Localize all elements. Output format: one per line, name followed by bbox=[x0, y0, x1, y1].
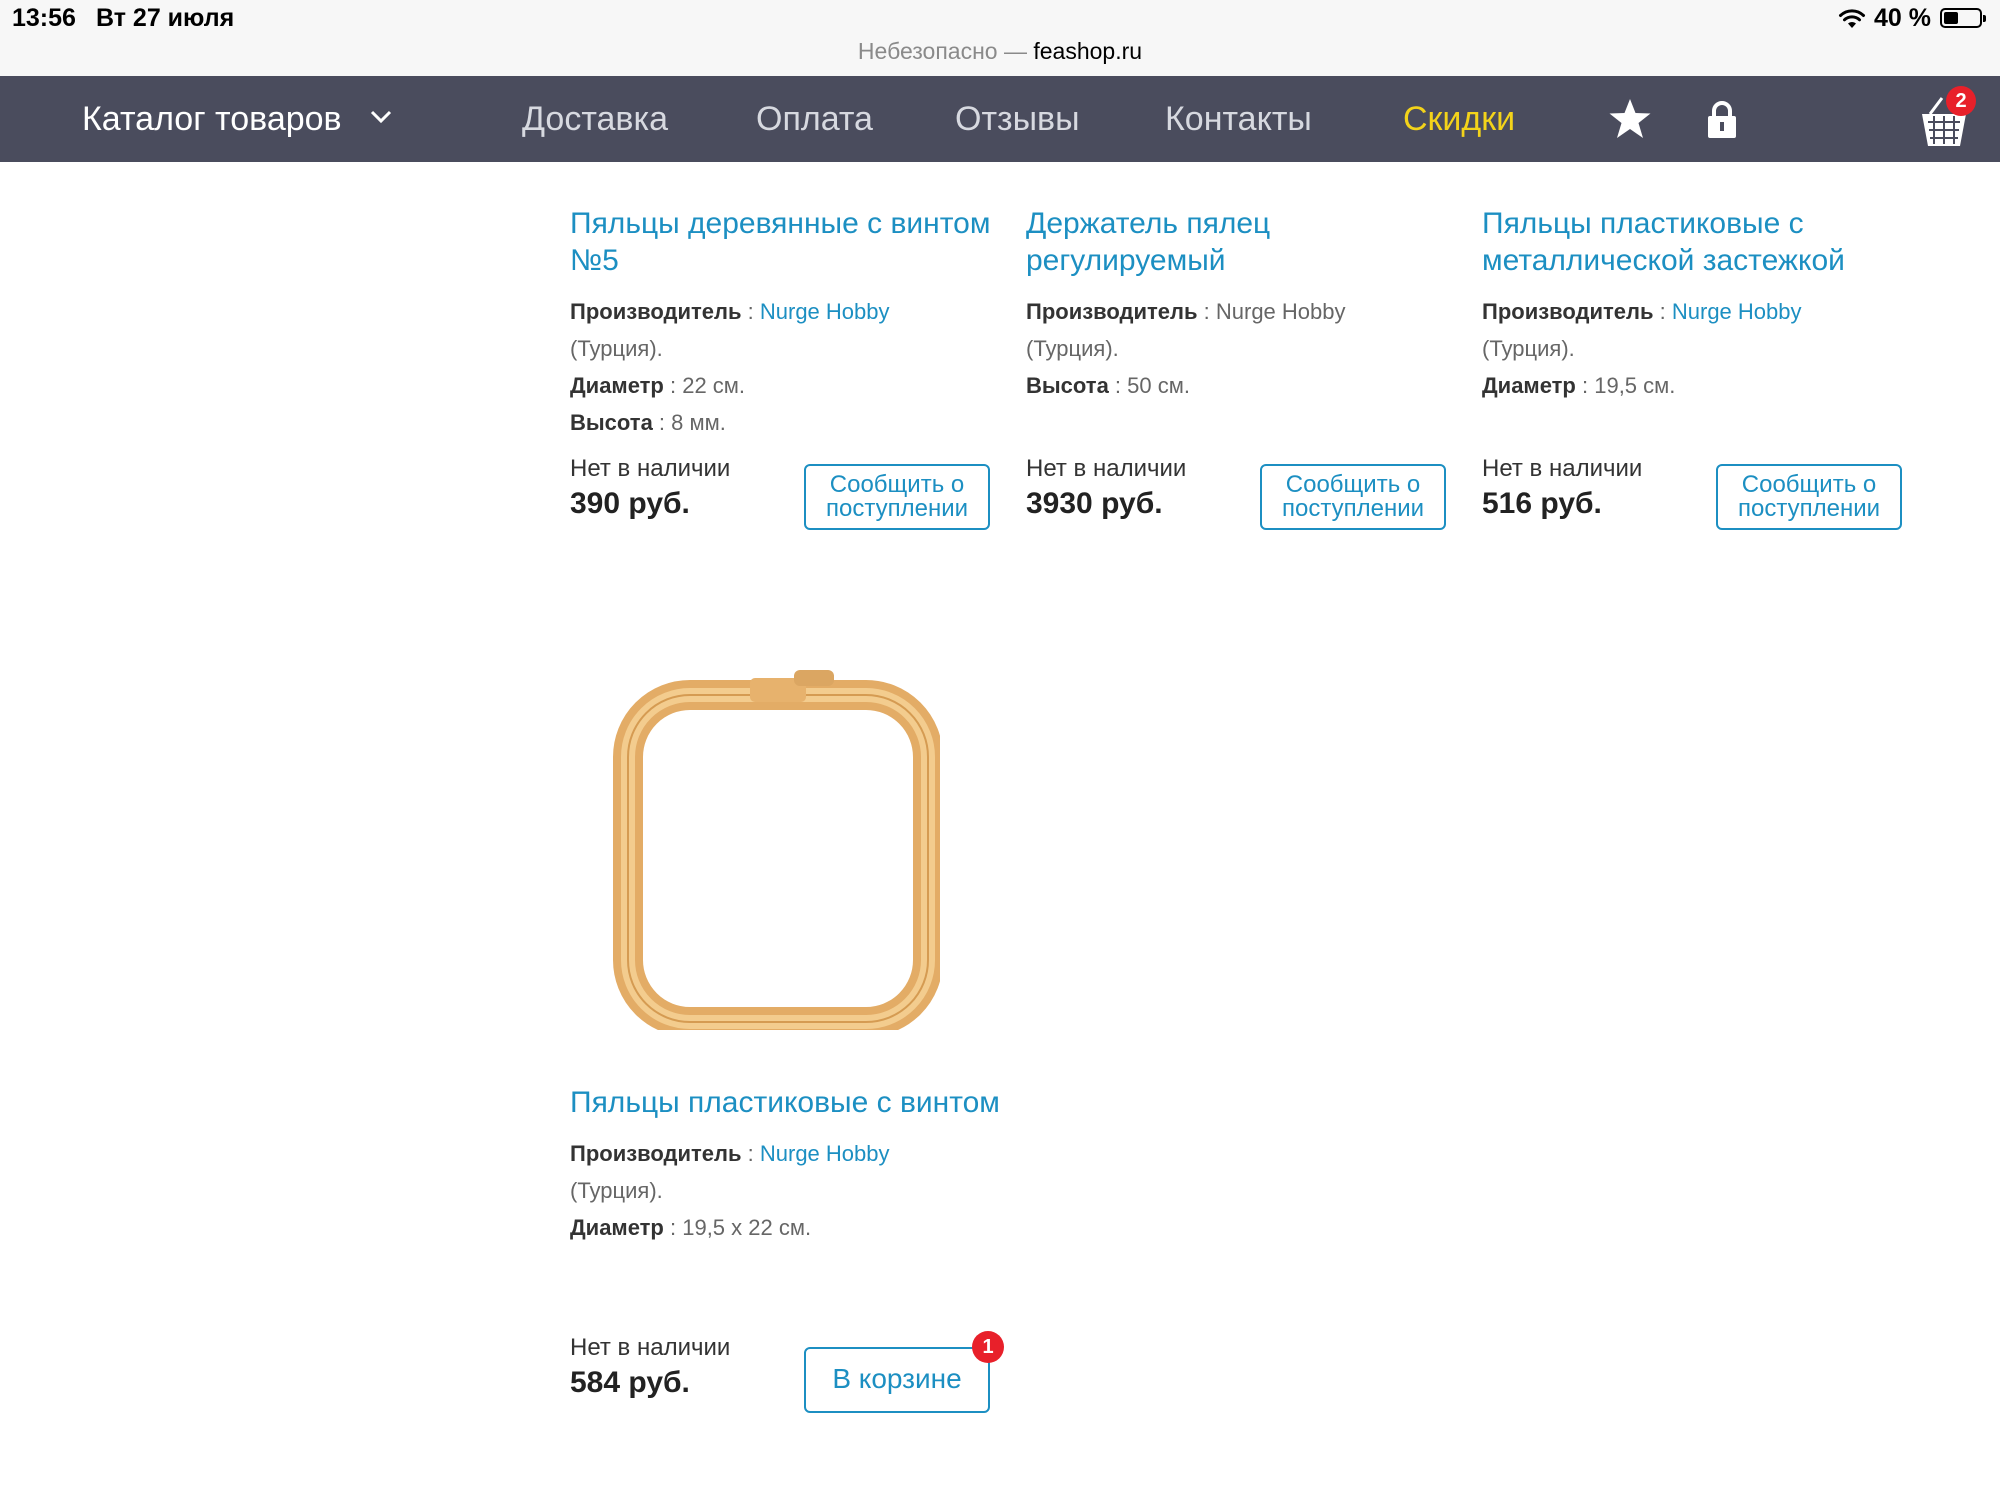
in-cart-label: В корзине bbox=[832, 1363, 962, 1394]
product-properties: Производитель : Nurge Hobby (Турция). Вы… bbox=[1026, 293, 1466, 404]
nav-link-delivery[interactable]: Доставка bbox=[522, 76, 668, 162]
manufacturer-name: Nurge Hobby bbox=[1215, 299, 1346, 324]
cart-quantity-badge: 1 bbox=[972, 1331, 1004, 1363]
diameter-value: 19,5 см. bbox=[1594, 373, 1676, 398]
product-title[interactable]: Держатель пялец регулируемый bbox=[1026, 205, 1466, 279]
address-bar[interactable]: Небезопасно — feashop.ru bbox=[0, 38, 2000, 65]
manufacturer-country: (Турция). bbox=[1026, 336, 1119, 361]
status-bar: 13:56 Вт 27 июля Небезопасно — feashop.r… bbox=[0, 0, 2000, 76]
battery-percent: 40 % bbox=[1874, 4, 1931, 32]
url-host: feashop.ru bbox=[1033, 38, 1143, 64]
manufacturer-country: (Турция). bbox=[570, 1178, 663, 1203]
nav-link-discounts[interactable]: Скидки bbox=[1403, 76, 1515, 162]
nav-link-payment[interactable]: Оплата bbox=[756, 76, 873, 162]
manufacturer-label: Производитель bbox=[1026, 299, 1198, 324]
diameter-value: 19,5 x 22 см. bbox=[682, 1215, 812, 1240]
product-title[interactable]: Пяльцы деревянные с винтом №5 bbox=[570, 205, 1010, 279]
manufacturer-country: (Турция). bbox=[570, 336, 663, 361]
notify-button[interactable]: Сообщить о поступлении bbox=[804, 464, 990, 530]
manufacturer-link[interactable]: Nurge Hobby bbox=[1672, 299, 1802, 324]
product-properties: Производитель : Nurge Hobby (Турция). Ди… bbox=[570, 293, 1010, 441]
diameter-value: 22 см. bbox=[682, 373, 746, 398]
lock-icon[interactable] bbox=[1706, 100, 1738, 140]
product-card: Держатель пялец регулируемый Производите… bbox=[1026, 205, 1466, 535]
battery-icon bbox=[1940, 8, 1986, 28]
cart-count-badge: 2 bbox=[1946, 86, 1976, 116]
stock-status: Нет в наличии bbox=[570, 1334, 731, 1361]
diameter-label: Диаметр bbox=[1482, 373, 1576, 398]
manufacturer-link[interactable]: Nurge Hobby bbox=[760, 299, 890, 324]
status-date: Вт 27 июля bbox=[96, 4, 235, 32]
product-price: 3930 руб. bbox=[1026, 487, 1163, 520]
status-time: 13:56 bbox=[12, 4, 76, 32]
height-label: Высота bbox=[570, 410, 653, 435]
height-label: Высота bbox=[1026, 373, 1109, 398]
chevron-down-icon[interactable] bbox=[370, 110, 392, 124]
product-properties: Производитель : Nurge Hobby (Турция). Ди… bbox=[1482, 293, 1922, 404]
product-card: Пяльцы пластиковые с металлической засте… bbox=[1482, 205, 1922, 535]
main-navbar: Каталог товаров Доставка Оплата Отзывы К… bbox=[0, 76, 2000, 162]
height-value: 8 мм. bbox=[671, 410, 726, 435]
stock-status: Нет в наличии bbox=[1026, 455, 1187, 482]
product-card: Пяльцы деревянные с винтом №5 Производит… bbox=[570, 205, 1010, 535]
nav-link-reviews[interactable]: Отзывы bbox=[955, 76, 1080, 162]
product-price: 584 руб. bbox=[570, 1366, 690, 1399]
wifi-icon bbox=[1839, 9, 1865, 28]
in-cart-button[interactable]: В корзине 1 bbox=[804, 1331, 1004, 1413]
star-icon[interactable] bbox=[1608, 98, 1652, 140]
product-title[interactable]: Пяльцы пластиковые с винтом bbox=[570, 1084, 1010, 1121]
manufacturer-label: Производитель bbox=[570, 299, 742, 324]
product-price: 390 руб. bbox=[570, 487, 690, 520]
url-security-note: Небезопасно — bbox=[857, 38, 1034, 64]
height-value: 50 см. bbox=[1127, 373, 1190, 398]
manufacturer-label: Производитель bbox=[1482, 299, 1654, 324]
product-properties: Производитель : Nurge Hobby (Турция). Ди… bbox=[570, 1135, 1010, 1246]
notify-button[interactable]: Сообщить о поступлении bbox=[1260, 464, 1446, 530]
manufacturer-country: (Турция). bbox=[1482, 336, 1575, 361]
product-title[interactable]: Пяльцы пластиковые с металлической засте… bbox=[1482, 205, 1922, 279]
diameter-label: Диаметр bbox=[570, 1215, 664, 1240]
stock-status: Нет в наличии bbox=[570, 455, 731, 482]
manufacturer-label: Производитель bbox=[570, 1141, 742, 1166]
product-price: 516 руб. bbox=[1482, 487, 1602, 520]
notify-button[interactable]: Сообщить о поступлении bbox=[1716, 464, 1902, 530]
diameter-label: Диаметр bbox=[570, 373, 664, 398]
stock-status: Нет в наличии bbox=[1482, 455, 1643, 482]
catalog-menu[interactable]: Каталог товаров bbox=[82, 76, 342, 162]
product-image-plastic-hoop[interactable] bbox=[610, 650, 940, 1030]
nav-link-contacts[interactable]: Контакты bbox=[1165, 76, 1312, 162]
manufacturer-link[interactable]: Nurge Hobby bbox=[760, 1141, 890, 1166]
product-card: Пяльцы пластиковые с винтом Производител… bbox=[570, 1084, 1010, 1414]
